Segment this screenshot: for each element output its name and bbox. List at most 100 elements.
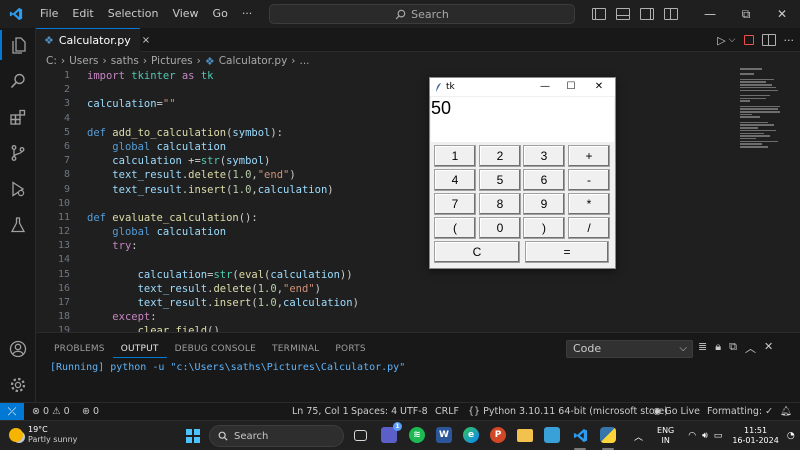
tk-close-icon[interactable]: ✕ <box>586 78 612 96</box>
notification-center-icon[interactable]: ◔ <box>787 431 795 441</box>
python-taskbar-icon[interactable] <box>600 427 616 443</box>
run-options-chevron-icon[interactable]: ⌵ <box>729 35 736 45</box>
testing-flask-icon[interactable] <box>0 210 36 240</box>
tab-close-icon[interactable]: × <box>142 35 150 46</box>
calculator-button-multiply[interactable]: * <box>568 193 610 215</box>
tk-minimize-icon[interactable]: — <box>532 78 558 96</box>
breadcrumb-drive[interactable]: C: <box>46 55 57 67</box>
breadcrumb-file[interactable]: Calculator.py <box>219 55 288 67</box>
toggle-panel-icon[interactable] <box>616 8 630 20</box>
more-actions-icon[interactable]: ··· <box>784 34 795 47</box>
calculator-button-close-paren[interactable]: ) <box>523 217 565 239</box>
indentation[interactable]: Spaces: 4 <box>351 403 397 420</box>
calculator-clear-button[interactable]: C <box>434 241 520 263</box>
toggle-primary-sidebar-icon[interactable] <box>592 8 606 20</box>
start-button-icon[interactable] <box>186 429 200 443</box>
stop-code-run-icon[interactable] <box>743 35 754 45</box>
calculator-button-0[interactable]: 0 <box>479 217 521 239</box>
open-output-editor-icon[interactable]: ⧉ <box>729 340 737 356</box>
manage-gear-icon[interactable] <box>0 370 36 400</box>
menu-more[interactable]: ··· <box>235 0 260 28</box>
breadcrumb-users[interactable]: Users <box>69 55 98 67</box>
menu-edit[interactable]: Edit <box>65 0 100 28</box>
calculator-button-2[interactable]: 2 <box>479 145 521 167</box>
calculator-button-1[interactable]: 1 <box>434 145 476 167</box>
output-channel-select[interactable]: Code ⌵ <box>566 340 693 358</box>
calculator-button-4[interactable]: 4 <box>434 169 476 191</box>
run-python-file-icon[interactable]: ▷ <box>717 34 725 47</box>
code-editor[interactable]: 1 2 3 4 5 6 7 8 9 10 11 12 13 14 15 16 17 18 19 import tki… <box>36 68 800 332</box>
calculator-button-open-paren[interactable]: ( <box>434 217 476 239</box>
calculator-button-9[interactable]: 9 <box>523 193 565 215</box>
menu-file[interactable]: File <box>33 0 65 28</box>
edge-icon[interactable]: e <box>463 427 479 443</box>
toggle-secondary-sidebar-icon[interactable] <box>640 8 654 20</box>
filter-list-icon[interactable]: ≣ <box>698 340 707 356</box>
volume-icon[interactable]: 🔊︎ <box>702 431 708 441</box>
calculator-button-7[interactable]: 7 <box>434 193 476 215</box>
encoding[interactable]: UTF-8 <box>400 403 428 420</box>
tk-maximize-icon[interactable]: ☐ <box>558 78 584 96</box>
customize-layout-icon[interactable] <box>664 8 678 20</box>
language-mode[interactable]: {} Python <box>468 403 516 420</box>
calculator-button-8[interactable]: 8 <box>479 193 521 215</box>
calculator-button-divide[interactable]: / <box>568 217 610 239</box>
word-icon[interactable]: W <box>436 427 452 443</box>
vscode-taskbar-icon[interactable] <box>572 427 588 443</box>
tab-problems[interactable]: PROBLEMS <box>46 342 113 358</box>
calculator-equals-button[interactable]: = <box>525 241 609 263</box>
calculator-button-plus[interactable]: + <box>568 145 610 167</box>
window-minimize-icon[interactable]: — <box>692 7 728 21</box>
menu-selection[interactable]: Selection <box>101 0 166 28</box>
split-editor-icon[interactable] <box>761 34 776 46</box>
calculator-button-3[interactable]: 3 <box>523 145 565 167</box>
photos-icon[interactable] <box>544 427 560 443</box>
extensions-icon[interactable] <box>0 102 36 132</box>
go-live-button[interactable]: ◉ Go Live <box>653 403 700 420</box>
tab-calculator-py[interactable]: ❖ Calculator.py × <box>36 28 150 52</box>
tab-output[interactable]: OUTPUT <box>112 342 167 358</box>
minimap[interactable] <box>740 68 786 148</box>
formatting-status[interactable]: Formatting: ✓ <box>707 403 773 420</box>
tab-terminal[interactable]: TERMINAL <box>264 342 327 358</box>
calculator-button-minus[interactable]: - <box>568 169 610 191</box>
wifi-icon[interactable]: ◠ <box>688 431 696 441</box>
calculator-button-5[interactable]: 5 <box>479 169 521 191</box>
calculator-display[interactable]: 50 <box>431 97 614 142</box>
show-hidden-icons-chevron-icon[interactable]: ︿ <box>634 430 643 443</box>
breadcrumb-saths[interactable]: saths <box>111 55 139 67</box>
menu-view[interactable]: View <box>165 0 205 28</box>
calculator-button-6[interactable]: 6 <box>523 169 565 191</box>
window-close-icon[interactable]: ✕ <box>764 7 800 21</box>
explorer-icon[interactable] <box>0 30 36 60</box>
breadcrumb-pictures[interactable]: Pictures <box>151 55 193 67</box>
problems-status[interactable]: ⊗ 0 ⚠ 0 <box>32 403 70 420</box>
run-and-debug-icon[interactable] <box>0 174 36 204</box>
lock-scroll-icon[interactable]: 🔒︎ <box>715 340 721 356</box>
accounts-icon[interactable] <box>0 334 36 364</box>
source-control-icon[interactable] <box>0 138 36 168</box>
command-center-search[interactable]: Search <box>269 4 575 24</box>
close-panel-icon[interactable]: ✕ <box>764 340 773 356</box>
tab-ports[interactable]: PORTS <box>327 342 373 358</box>
clock[interactable]: 11:51 16-01-2024 <box>732 426 779 446</box>
menu-go[interactable]: Go <box>206 0 235 28</box>
remote-window-icon[interactable]: ⤫ <box>0 403 24 421</box>
file-explorer-icon[interactable] <box>517 429 533 442</box>
tab-debug-console[interactable]: DEBUG CONSOLE <box>167 342 264 358</box>
battery-icon[interactable]: ▭ <box>714 431 723 441</box>
python-interpreter[interactable]: 3.10.11 64-bit (microsoft store) <box>519 403 668 420</box>
end-of-line[interactable]: CRLF <box>435 403 459 420</box>
maximize-panel-chevron-icon[interactable]: ︿ <box>745 340 756 356</box>
breadcrumb-more[interactable]: ... <box>300 55 310 67</box>
input-language[interactable]: ENG IN <box>657 426 674 446</box>
taskbar-search[interactable]: Search <box>209 425 344 447</box>
window-restore-icon[interactable]: ⧉ <box>728 7 764 22</box>
ports-status[interactable]: ⊛ 0 <box>82 403 99 420</box>
cursor-position[interactable]: Ln 75, Col 1 <box>292 403 349 420</box>
search-view-icon[interactable] <box>0 66 36 96</box>
powerpoint-icon[interactable]: P <box>490 427 506 443</box>
notifications-bell-icon[interactable]: 🔔︎ <box>780 403 792 420</box>
task-view-icon[interactable] <box>354 430 367 441</box>
chat-icon[interactable]: 1 <box>381 422 402 443</box>
